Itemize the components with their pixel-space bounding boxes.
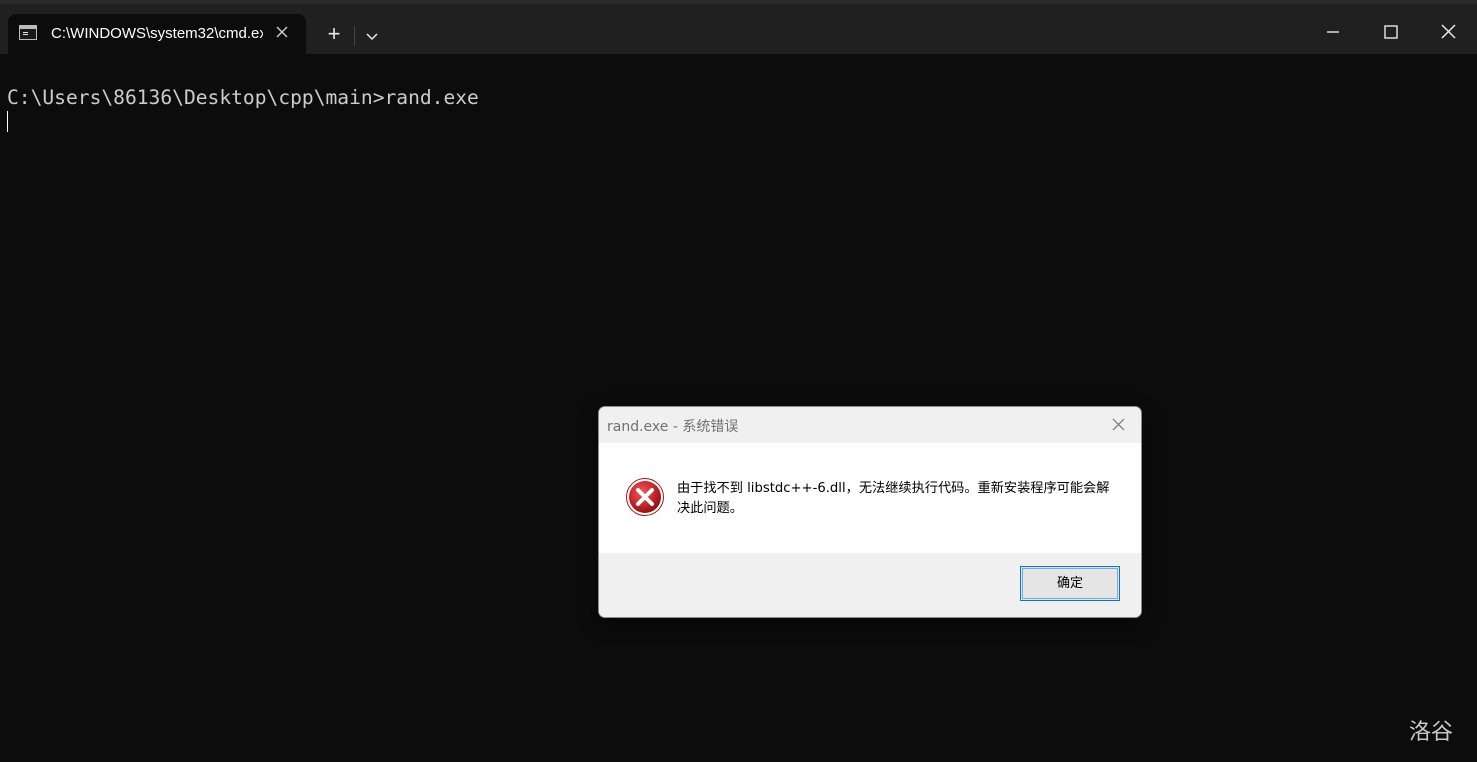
error-icon bbox=[625, 477, 665, 517]
terminal-output[interactable]: C:\Users\86136\Desktop\cpp\main>rand.exe bbox=[7, 86, 479, 110]
dialog-title: rand.exe - 系统错误 bbox=[607, 419, 739, 435]
dialog-footer: 确定 bbox=[599, 553, 1141, 617]
close-icon[interactable] bbox=[1419, 8, 1477, 52]
dialog-title-bar[interactable]: rand.exe - 系统错误 bbox=[599, 407, 1141, 443]
tab-cmd[interactable]: C:\WINDOWS\system32\cmd.exe bbox=[8, 14, 306, 54]
text-cursor bbox=[7, 111, 8, 132]
watermark: 洛谷 bbox=[1409, 720, 1454, 745]
error-dialog: rand.exe - 系统错误 由于找不到 libstdc++-6.dll，无法… bbox=[598, 406, 1142, 618]
title-bar[interactable]: C:\WINDOWS\system32\cmd.exe + bbox=[0, 4, 1477, 54]
chevron-down-icon[interactable] bbox=[360, 24, 384, 48]
minimize-icon[interactable] bbox=[1304, 8, 1362, 52]
terminal-window: C:\WINDOWS\system32\cmd.exe + C:\Users\8… bbox=[0, 0, 1477, 762]
dialog-body: 由于找不到 libstdc++-6.dll，无法继续执行代码。重新安装程序可能会… bbox=[599, 443, 1141, 553]
dialog-message: 由于找不到 libstdc++-6.dll，无法继续执行代码。重新安装程序可能会… bbox=[677, 481, 1110, 516]
dialog-close-icon[interactable] bbox=[1109, 415, 1129, 435]
ok-button[interactable]: 确定 bbox=[1020, 566, 1120, 601]
terminal-icon bbox=[19, 25, 37, 40]
new-tab-button[interactable]: + bbox=[320, 23, 348, 47]
tab-title: C:\WINDOWS\system32\cmd.exe bbox=[51, 25, 263, 42]
maximize-icon[interactable] bbox=[1362, 8, 1420, 52]
tab-close-icon[interactable] bbox=[272, 22, 292, 42]
tab-divider bbox=[354, 26, 355, 46]
